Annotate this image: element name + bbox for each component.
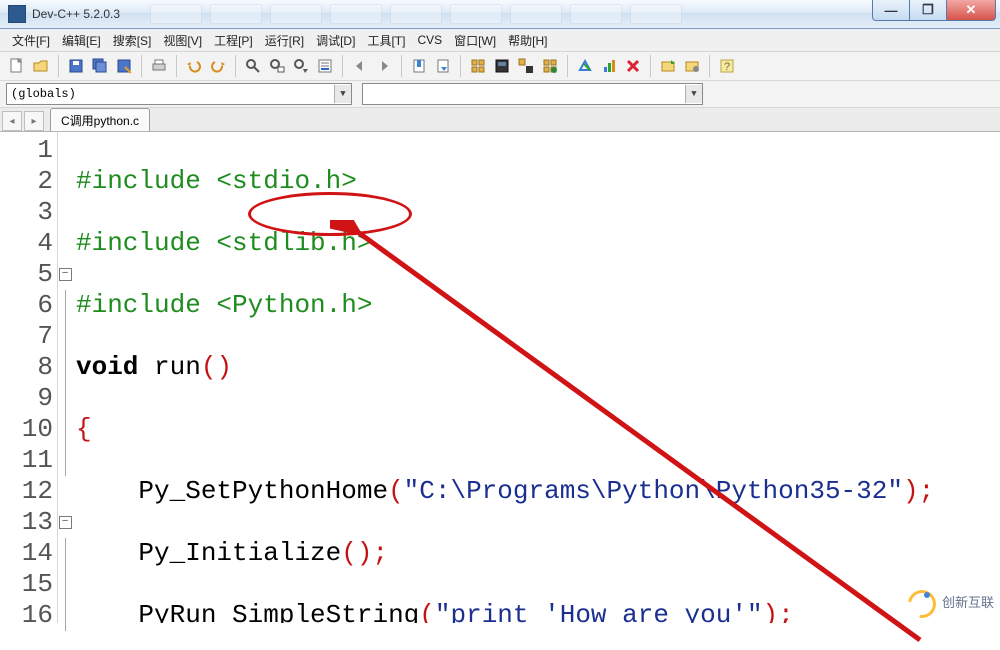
compile-run-icon[interactable] (515, 55, 537, 77)
goto-line-icon[interactable] (314, 55, 336, 77)
menu-debug[interactable]: 调试[D] (310, 30, 361, 51)
delete-icon[interactable] (622, 55, 644, 77)
menu-file[interactable]: 文件[F] (6, 30, 56, 51)
project-options-icon[interactable] (681, 55, 703, 77)
window-title: Dev-C++ 5.2.0.3 (32, 7, 120, 21)
back-icon[interactable] (349, 55, 371, 77)
code-editor[interactable]: 1 2 3 4 5 6 7 8 9 10 11 12 13 14 15 16 −… (0, 132, 1000, 623)
scope-value: (globals) (11, 87, 76, 101)
menu-edit[interactable]: 编辑[E] (56, 30, 107, 51)
toolbar-separator (58, 55, 59, 77)
fold-toggle-icon[interactable]: − (59, 516, 72, 529)
menu-run[interactable]: 运行[R] (259, 30, 310, 51)
undo-icon[interactable] (183, 55, 205, 77)
minimize-button[interactable]: — (872, 0, 910, 21)
menu-cvs[interactable]: CVS (411, 31, 448, 49)
close-button[interactable]: ✕ (947, 0, 996, 21)
file-tabstrip: ◂ ▸ C调用python.c (0, 108, 1000, 132)
toolbar-separator (650, 55, 651, 77)
menu-view[interactable]: 视图[V] (157, 30, 208, 51)
line-number-gutter: 1 2 3 4 5 6 7 8 9 10 11 12 13 14 15 16 (0, 132, 58, 623)
forward-icon[interactable] (373, 55, 395, 77)
file-tab[interactable]: C调用python.c (50, 108, 150, 131)
save-as-icon[interactable] (113, 55, 135, 77)
chevron-down-icon: ▼ (334, 85, 351, 103)
bookmark-icon[interactable] (408, 55, 430, 77)
symbol-combobox[interactable]: ▼ (362, 83, 703, 105)
toolbar: ? (0, 52, 1000, 81)
watermark: 创新互联 (908, 588, 994, 619)
toolbar-separator (235, 55, 236, 77)
new-file-icon[interactable] (6, 55, 28, 77)
scope-combobox[interactable]: (globals) ▼ (6, 83, 352, 105)
window-controls: — ❐ ✕ (872, 0, 996, 21)
toolbar-separator (401, 55, 402, 77)
toolbar-separator (141, 55, 142, 77)
watermark-text: 创新互联 (942, 588, 994, 619)
maximize-button[interactable]: ❐ (910, 0, 947, 21)
fold-toggle-icon[interactable]: − (59, 268, 72, 281)
watermark-logo-icon (902, 584, 941, 623)
new-project-icon[interactable] (657, 55, 679, 77)
menu-project[interactable]: 工程[P] (208, 30, 259, 51)
save-icon[interactable] (65, 55, 87, 77)
tab-scroll-right-icon[interactable]: ▸ (24, 111, 44, 131)
background-browser-tabs (150, 4, 682, 24)
rebuild-icon[interactable] (539, 55, 561, 77)
menubar: 文件[F] 编辑[E] 搜索[S] 视图[V] 工程[P] 运行[R] 调试[D… (0, 29, 1000, 52)
profile-icon[interactable] (598, 55, 620, 77)
scope-dropdown-row: (globals) ▼ ▼ (0, 81, 1000, 108)
tab-scroll-left-icon[interactable]: ◂ (2, 111, 22, 131)
menu-search[interactable]: 搜索[S] (107, 30, 158, 51)
svg-text:?: ? (724, 61, 730, 73)
redo-icon[interactable] (207, 55, 229, 77)
bookmark-next-icon[interactable] (432, 55, 454, 77)
code-content[interactable]: #include <stdio.h> #include <stdlib.h> #… (72, 132, 1000, 623)
find-next-icon[interactable] (290, 55, 312, 77)
toolbar-separator (460, 55, 461, 77)
titlebar: Dev-C++ 5.2.0.3 — ❐ ✕ (0, 0, 1000, 29)
compile-icon[interactable] (467, 55, 489, 77)
save-all-icon[interactable] (89, 55, 111, 77)
fold-gutter: − − (58, 132, 72, 623)
replace-icon[interactable] (266, 55, 288, 77)
toolbar-separator (176, 55, 177, 77)
menu-window[interactable]: 窗口[W] (448, 30, 502, 51)
file-tab-label: C调用python.c (61, 112, 139, 129)
toolbar-separator (567, 55, 568, 77)
menu-help[interactable]: 帮助[H] (502, 30, 553, 51)
open-file-icon[interactable] (30, 55, 52, 77)
app-icon (8, 5, 26, 23)
debug-icon[interactable] (574, 55, 596, 77)
toolbar-separator (709, 55, 710, 77)
chevron-down-icon: ▼ (685, 85, 702, 103)
toolbar-separator (342, 55, 343, 77)
find-icon[interactable] (242, 55, 264, 77)
help-icon[interactable]: ? (716, 55, 738, 77)
menu-tools[interactable]: 工具[T] (361, 30, 411, 51)
run-icon[interactable] (491, 55, 513, 77)
print-icon[interactable] (148, 55, 170, 77)
